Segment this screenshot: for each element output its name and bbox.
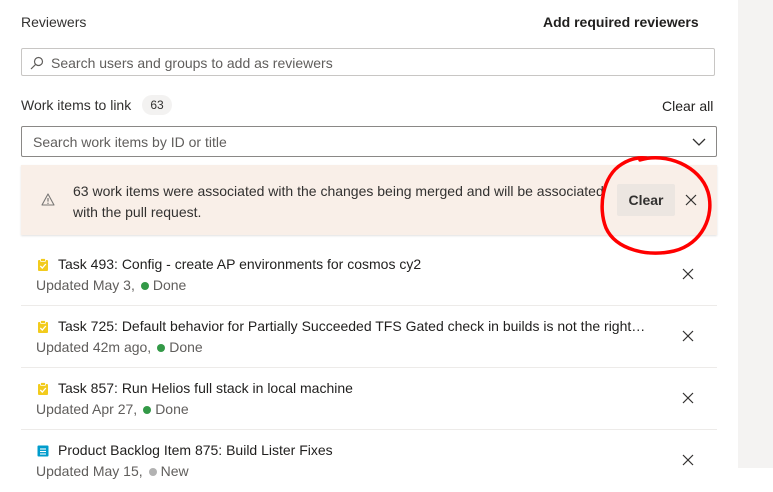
task-icon [38,320,48,333]
work-item-title[interactable]: Task 493: Config - create AP environment… [58,256,648,272]
state-done-dot [140,281,149,290]
work-item-updated: Updated 42m ago, [36,339,152,355]
work-item-state: Done [152,277,187,293]
work-item-row[interactable]: Product Backlog Item 875: Build Lister F… [21,430,717,492]
work-item-meta: Updated Apr 27, Done [36,401,189,417]
close-icon[interactable] [685,194,697,206]
remove-icon[interactable] [682,454,694,466]
reviewers-search-placeholder: Search users and groups to add as review… [51,55,333,71]
work-items-count-badge: 63 [142,95,172,115]
right-gutter [738,0,773,468]
pull-request-panel: Reviewers Add required reviewers Search … [0,0,738,479]
state-done-dot [143,405,152,414]
task-icon [38,258,48,271]
work-item-row[interactable]: Task 857: Run Helios full stack in local… [21,368,717,430]
work-item-meta: Updated 42m ago, Done [36,339,203,355]
state-done-dot [157,343,166,352]
work-item-state: New [160,463,189,479]
chevron-down-icon[interactable] [692,136,706,148]
clear-button[interactable]: Clear [617,184,675,216]
association-warning-banner: 63 work items were associated with the c… [21,165,717,235]
work-item-title[interactable]: Task 725: Default behavior for Partially… [58,318,648,334]
task-icon [38,382,48,395]
work-item-title[interactable]: Product Backlog Item 875: Build Lister F… [58,442,648,458]
search-icon [30,56,44,70]
work-items-search-combobox[interactable]: Search work items by ID or title [21,126,717,157]
clear-all-link[interactable]: Clear all [662,98,713,114]
work-items-label: Work items to link [21,97,132,113]
state-new-dot [148,467,157,476]
work-item-title[interactable]: Task 857: Run Helios full stack in local… [58,380,648,396]
work-item-state: Done [169,339,203,355]
remove-icon[interactable] [682,330,694,342]
work-item-row[interactable]: Task 725: Default behavior for Partially… [21,306,717,368]
work-item-updated: Updated Apr 27, [36,401,138,417]
remove-icon[interactable] [682,392,694,404]
work-items-search-placeholder: Search work items by ID or title [33,134,227,150]
work-item-state: Done [155,401,189,417]
banner-message: 63 work items were associated with the c… [73,183,604,220]
work-item-meta: Updated May 15, New [36,463,189,479]
work-item-meta: Updated May 3, Done [36,277,186,293]
warning-icon [41,193,55,206]
work-item-row[interactable]: Task 493: Config - create AP environment… [21,244,717,306]
work-item-updated: Updated May 15, [36,463,143,479]
reviewers-label: Reviewers [21,14,87,30]
reviewers-search-input[interactable]: Search users and groups to add as review… [21,48,715,76]
remove-icon[interactable] [682,268,694,280]
add-required-reviewers-button[interactable]: Add required reviewers [543,14,699,30]
work-item-updated: Updated May 3, [36,277,135,293]
backlog-item-icon [37,445,49,457]
